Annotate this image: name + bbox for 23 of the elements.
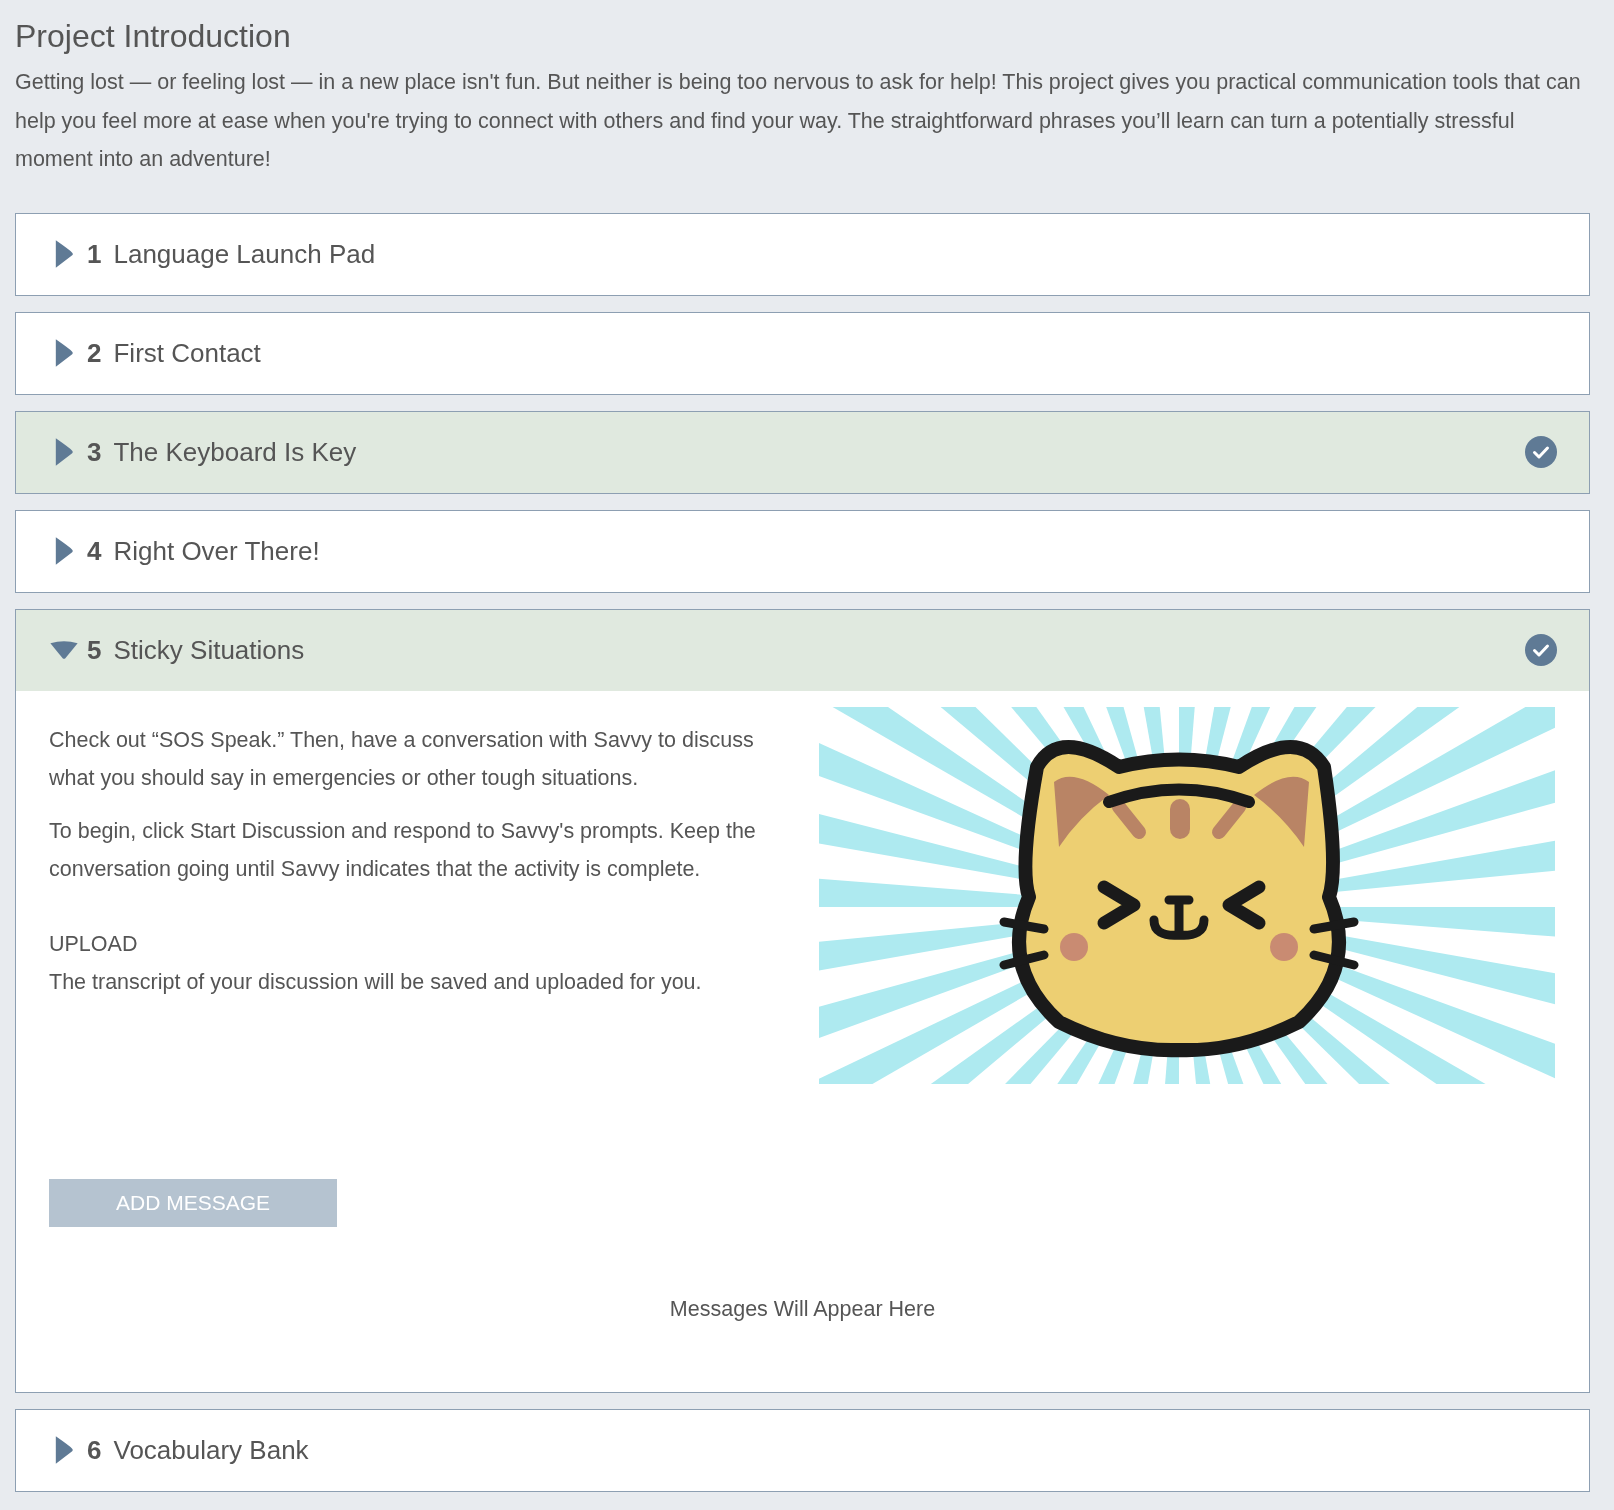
section-header[interactable]: 3 The Keyboard Is Key [16, 411, 1589, 493]
section-title: First Contact [113, 337, 262, 369]
upload-paragraph: The transcript of your discussion will be saved and uploaded for you. [49, 969, 703, 996]
section-title: Sticky Situations [113, 634, 306, 666]
section-header[interactable]: 5 Sticky Situations [16, 609, 1589, 691]
section-number: 3 [87, 436, 102, 468]
page-title: Project Introduction [15, 18, 292, 55]
section-title: Right Over There! [113, 535, 321, 567]
section-number: 1 [87, 238, 102, 270]
instruction-paragraph: Check out “SOS Speak.” Then, have a conversation with Savvy to discuss what you should say in emergencies or other tough situations. [49, 726, 755, 792]
section-number: 2 [87, 337, 102, 369]
section-title: The Keyboard Is Key [113, 436, 358, 468]
checkmark-icon [1525, 634, 1557, 666]
section-number: 4 [87, 535, 102, 567]
section-number: 6 [87, 1434, 102, 1466]
checkmark-icon [1525, 436, 1557, 468]
section-title: Language Launch Pad [113, 238, 377, 270]
instruction-paragraph: To begin, click Start Discussion and respond to Savvy's prompts. Keep the conversation going until Savvy indicates that the activity is complete. [49, 817, 757, 883]
section-number: 5 [87, 634, 102, 666]
empty-message-text: Messages Will Appear Here [669, 1296, 936, 1321]
intro-paragraph: Getting lost — or feeling lost — in a new place isn't fun. But neither is being too nervous to ask for help! This project gives you practical communication tools that can help you feel more at ease when you're trying to connect with others and find your way. The straightforward phrases you’ll learn can turn a potentially stressful moment into an adventure! [15, 69, 1582, 173]
upload-heading: UPLOAD [49, 930, 139, 958]
section-title: Vocabulary Bank [113, 1434, 310, 1466]
